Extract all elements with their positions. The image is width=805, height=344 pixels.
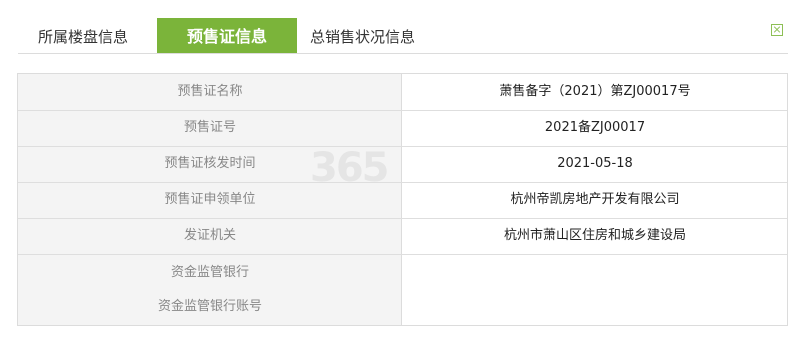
table-row: 预售证核发时间 2021-05-18 (18, 146, 787, 183)
table-row: 发证机关 杭州市萧山区住房和城乡建设局 (18, 218, 787, 255)
table-row: 预售证名称 萧售备字（2021）第ZJ00017号 (18, 74, 787, 111)
table-row: 预售证申领单位 杭州帝凯房地产开发有限公司 (18, 182, 787, 219)
row-label: 资金监管银行账号 (157, 299, 262, 314)
table-row: 资金监管银行 (18, 256, 787, 292)
close-icon[interactable] (771, 24, 783, 36)
table-row: 资金监管银行账号 (18, 290, 787, 326)
row-value: 2021-05-18 (557, 156, 633, 171)
tab-bar: 所属楼盘信息 预售证信息 总销售状况信息 (18, 18, 788, 54)
row-label: 预售证号 (183, 120, 236, 135)
tab-sales-status[interactable]: 总销售状况信息 (310, 18, 415, 53)
row-label: 预售证名称 (177, 84, 243, 99)
row-value: 杭州市萧山区住房和城乡建设局 (503, 228, 686, 243)
row-value: 萧售备字（2021）第ZJ00017号 (499, 84, 691, 99)
tab-project-info[interactable]: 所属楼盘信息 (38, 18, 128, 53)
watermark-logo: 365 (310, 145, 389, 191)
presale-info-table: 预售证名称 萧售备字（2021）第ZJ00017号 预售证号 2021备ZJ00… (17, 73, 788, 326)
row-value: 2021备ZJ00017 (544, 120, 646, 135)
tab-presale-permit[interactable]: 预售证信息 (157, 18, 297, 53)
row-label: 发证机关 (183, 228, 236, 243)
table-row: 预售证号 2021备ZJ00017 (18, 110, 787, 147)
row-label: 资金监管银行 (170, 265, 249, 280)
row-value: 杭州帝凯房地产开发有限公司 (510, 192, 680, 207)
